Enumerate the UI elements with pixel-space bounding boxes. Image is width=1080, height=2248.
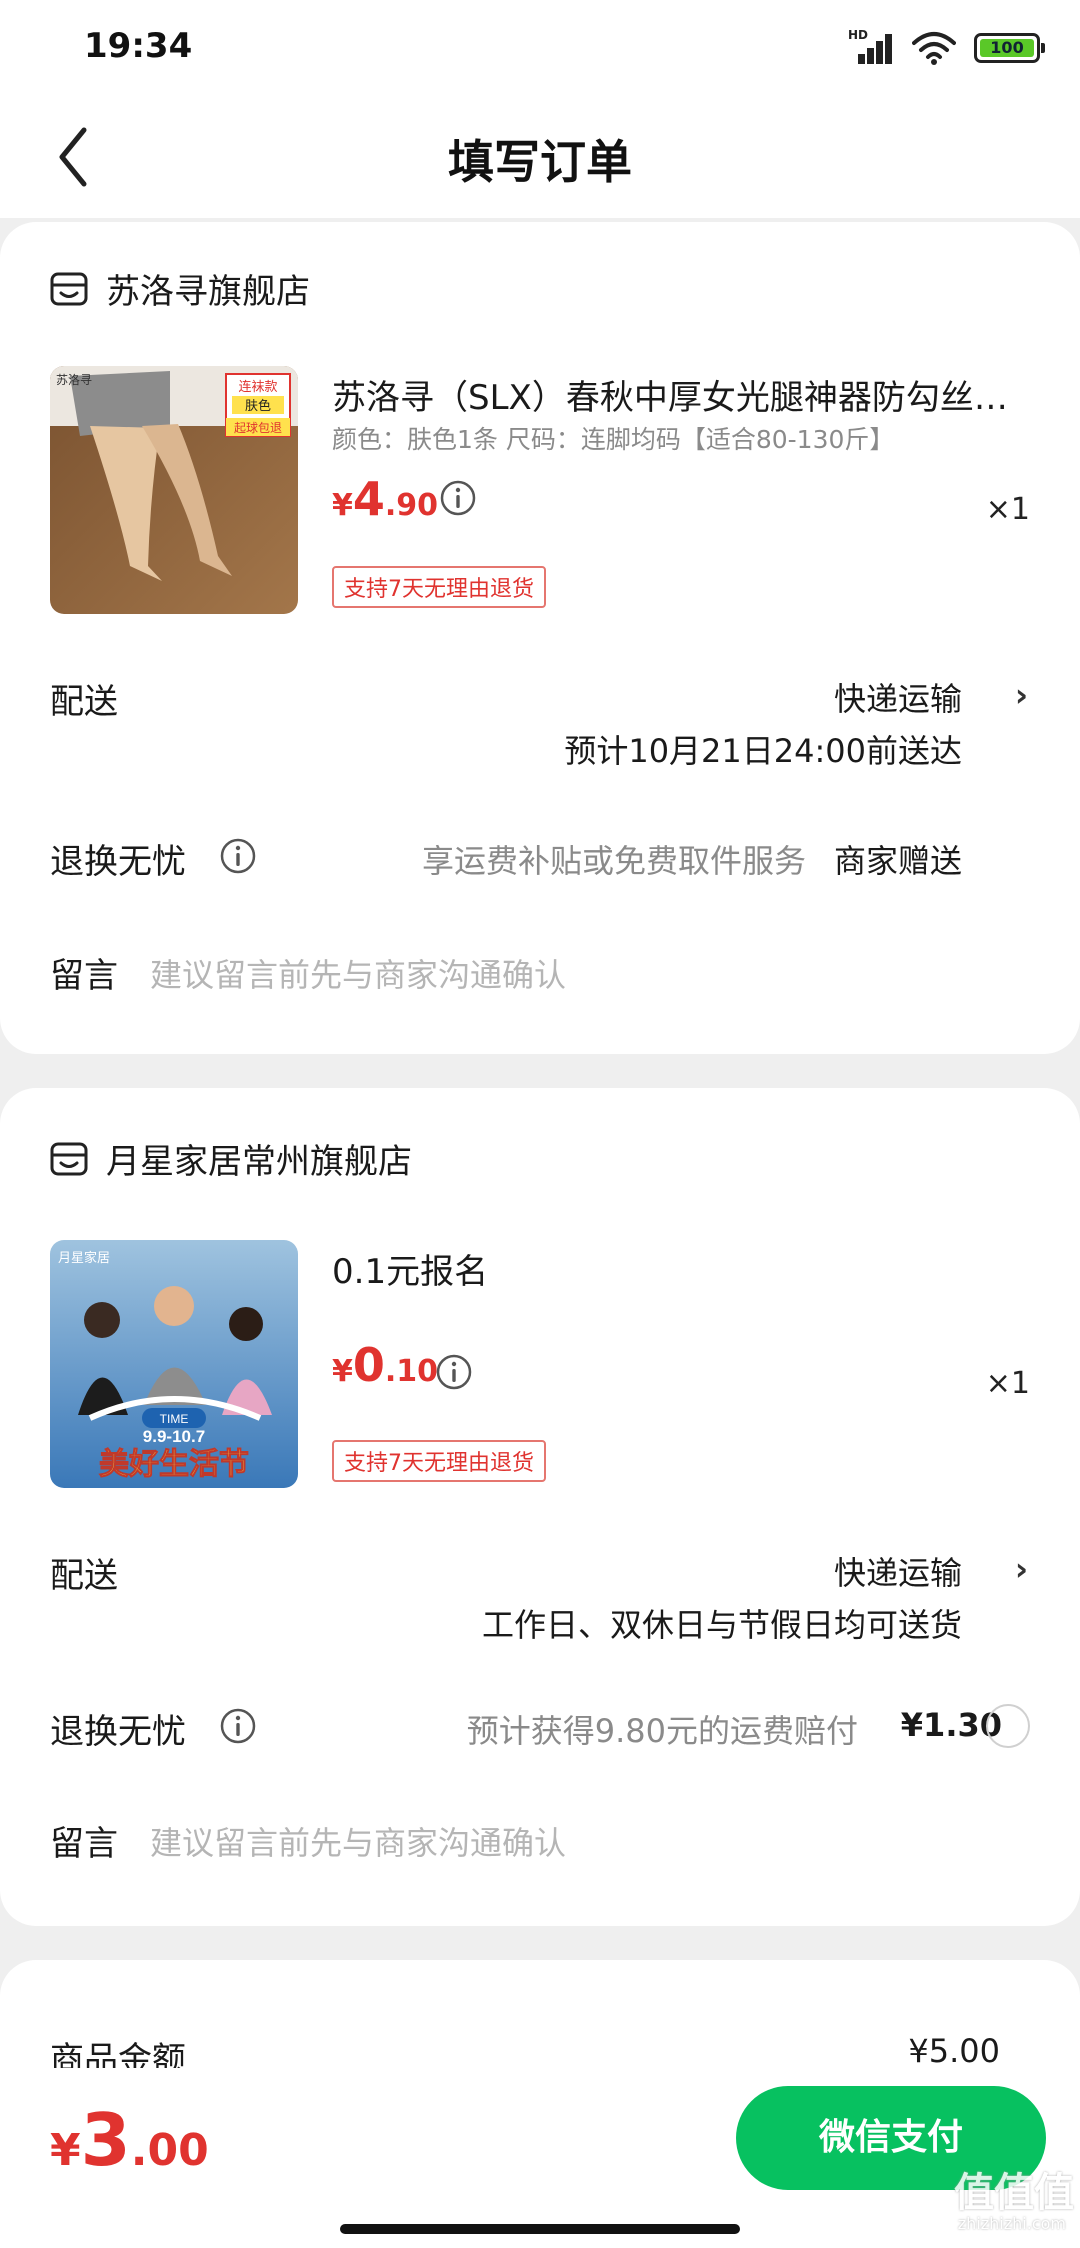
total-integer: 3 — [80, 2098, 131, 2182]
delivery-label: 配送 — [50, 682, 118, 722]
price-decimal: .90 — [384, 488, 439, 523]
delivery-method[interactable]: 快递运输 — [834, 674, 962, 720]
store-card-1: 苏洛寻旗舰店 连袜款 肤色 起球包退 苏洛寻 苏洛寻（SLX）春秋中厚女光腿神器… — [0, 222, 1080, 1054]
thumb-dates: 9.9-10.7 — [143, 1427, 205, 1446]
delivery-estimate: 预计10月21日24:00前送达 — [564, 732, 962, 770]
store-header[interactable]: 苏洛寻旗舰店 — [50, 264, 310, 313]
returns-label: 退换无忧 — [50, 842, 186, 882]
watermark: 值值值 — [954, 2170, 1074, 2216]
home-indicator[interactable] — [340, 2224, 740, 2234]
returns-value: 商家赠送 — [833, 842, 962, 880]
info-icon[interactable] — [440, 480, 476, 516]
total-currency: ¥ — [50, 2125, 81, 2176]
return-policy-tag: 支持7天无理由退货 — [332, 566, 546, 608]
store-name: 苏洛寻旗舰店 — [106, 272, 310, 312]
thumb-brand: 月星家居 — [58, 1250, 110, 1265]
returns-radio[interactable] — [986, 1704, 1030, 1748]
product-title[interactable]: 0.1元报名 — [332, 1244, 1032, 1293]
price-integer: 4 — [352, 472, 385, 526]
info-icon[interactable] — [220, 838, 256, 874]
thumb-time: TIME — [160, 1412, 189, 1426]
goods-amount-value: ¥5.00 — [908, 2032, 1000, 2070]
total-price: ¥ 3 .00 — [50, 2098, 209, 2182]
product-thumbnail[interactable]: 月星家居 TIME 9.9-10.7 美好生活节 — [50, 1240, 298, 1488]
wifi-icon — [912, 32, 956, 65]
nav-bar: 填写订单 — [0, 100, 1080, 218]
message-input[interactable]: 建议留言前先与商家沟通确认 — [150, 950, 566, 996]
page-title: 填写订单 — [448, 135, 632, 189]
price-currency: ¥ — [332, 1354, 353, 1389]
store-icon — [50, 1142, 88, 1175]
product-price: ¥ 0 .10 — [332, 1338, 438, 1392]
status-icons: HD 100 — [848, 28, 1045, 66]
returns-description: 预计获得9.80元的运费赔付 — [466, 1712, 858, 1750]
message-input[interactable]: 建议留言前先与商家沟通确认 — [150, 1818, 566, 1864]
chevron-right-icon[interactable]: › — [1015, 1550, 1028, 1588]
thumb-badge-1: 连袜款 — [238, 379, 277, 394]
info-icon[interactable] — [436, 1354, 472, 1390]
return-policy-tag: 支持7天无理由退货 — [332, 1440, 546, 1482]
price-integer: 0 — [352, 1338, 385, 1392]
battery-icon: 100 — [974, 33, 1045, 63]
status-time: 19:34 — [84, 26, 193, 66]
delivery-method[interactable]: 快递运输 — [834, 1548, 962, 1594]
battery-level: 100 — [980, 39, 1034, 57]
product-title[interactable]: 苏洛寻（SLX）春秋中厚女光腿神器防勾丝… — [332, 370, 1032, 419]
network-type-label: HD — [848, 28, 869, 42]
cellular-signal-icon: HD — [848, 28, 894, 64]
bottom-bar: ¥ 3 .00 微信支付 — [0, 2068, 1080, 2248]
store-header[interactable]: 月星家居常州旗舰店 — [50, 1134, 412, 1183]
watermark-url: zhizhizhi.com — [957, 2214, 1066, 2233]
message-label: 留言 — [50, 956, 118, 996]
chevron-right-icon[interactable]: › — [1015, 676, 1028, 714]
product-quantity: ×1 — [985, 1366, 1030, 1401]
returns-description: 享运费补贴或免费取件服务 — [421, 842, 806, 880]
product-price: ¥ 4 .90 — [332, 472, 438, 526]
product-thumbnail[interactable]: 连袜款 肤色 起球包退 苏洛寻 — [50, 366, 298, 614]
store-name: 月星家居常州旗舰店 — [106, 1142, 412, 1182]
store-card-2: 月星家居常州旗舰店 月星家居 TIME 9.9-10.7 美好生活节 0.1元报… — [0, 1088, 1080, 1926]
delivery-label: 配送 — [50, 1556, 118, 1596]
price-currency: ¥ — [332, 488, 353, 523]
thumb-brand: 苏洛寻 — [56, 372, 92, 387]
thumb-badge-3: 起球包退 — [234, 421, 282, 435]
product-spec[interactable]: 颜色：肤色1条 尺码：连脚均码【适合80-130斤】 — [332, 420, 894, 456]
store-icon — [50, 272, 88, 305]
thumb-badge-2: 肤色 — [245, 398, 271, 413]
delivery-estimate: 工作日、双休日与节假日均可送货 — [481, 1606, 962, 1644]
thumb-caption: 美好生活节 — [99, 1447, 249, 1481]
returns-label: 退换无忧 — [50, 1712, 186, 1752]
info-icon[interactable] — [220, 1708, 256, 1744]
price-decimal: .10 — [384, 1354, 439, 1389]
total-decimal: .00 — [130, 2125, 209, 2176]
status-bar: 19:34 HD 100 — [0, 0, 1080, 100]
product-quantity: ×1 — [985, 492, 1030, 527]
message-label: 留言 — [50, 1824, 118, 1864]
